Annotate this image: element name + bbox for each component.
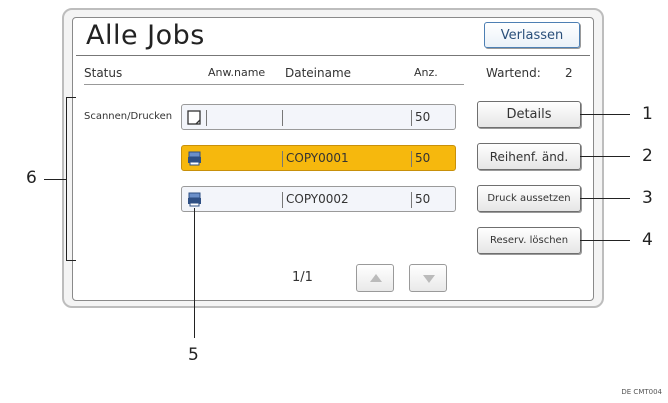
job-file-name: COPY0002	[286, 192, 349, 206]
status-column-header: Status	[84, 66, 123, 80]
callout-6: 6	[26, 168, 37, 188]
callout-1: 1	[642, 104, 653, 124]
arrow-down-icon	[423, 275, 435, 283]
page-title: Alle Jobs	[86, 20, 205, 51]
details-button[interactable]: Details	[477, 101, 581, 128]
waiting-label: Wartend:	[486, 66, 541, 80]
count-column-header: Anz.	[414, 66, 438, 79]
page-indicator: 1/1	[292, 270, 313, 285]
document-icon	[187, 110, 201, 125]
exit-button[interactable]: Verlassen	[484, 22, 580, 48]
suspend-print-button[interactable]: Druck aussetzen	[477, 185, 581, 212]
job-count: 50	[415, 151, 431, 165]
callout-line-2	[580, 156, 630, 157]
waiting-count: 2	[565, 66, 573, 80]
file-name-column-header: Dateiname	[285, 66, 352, 80]
figure-code: DE CMT004	[621, 388, 662, 396]
callout-2: 2	[642, 146, 653, 166]
reorder-button[interactable]: Reihenf. änd.	[477, 143, 581, 170]
app-name-column-header: Anw.name	[208, 66, 266, 79]
job-row[interactable]: COPY0001 50	[181, 145, 456, 171]
job-row[interactable]: COPY0002 50	[181, 186, 456, 212]
scroll-up-button[interactable]	[356, 264, 394, 292]
title-divider	[76, 55, 590, 56]
bracket-6	[66, 97, 67, 261]
job-count: 50	[415, 192, 431, 206]
job-count: 50	[415, 110, 431, 124]
callout-3: 3	[642, 188, 653, 208]
callout-line-5	[194, 208, 195, 338]
arrow-up-icon	[370, 274, 382, 282]
callout-line-4	[580, 240, 630, 241]
callout-5: 5	[188, 345, 199, 365]
callout-4: 4	[642, 230, 653, 250]
delete-reservation-button[interactable]: Reserv. löschen	[477, 227, 581, 254]
callout-line-1	[580, 114, 630, 115]
job-file-name: COPY0001	[286, 151, 349, 165]
status-scan-print: Scannen/Drucken	[84, 111, 173, 122]
job-row[interactable]: 50	[181, 104, 456, 130]
scroll-down-button[interactable]	[409, 264, 447, 292]
header-divider	[84, 84, 464, 85]
printer-icon	[188, 151, 201, 166]
printer-icon	[188, 192, 201, 207]
callout-line-3	[580, 198, 630, 199]
